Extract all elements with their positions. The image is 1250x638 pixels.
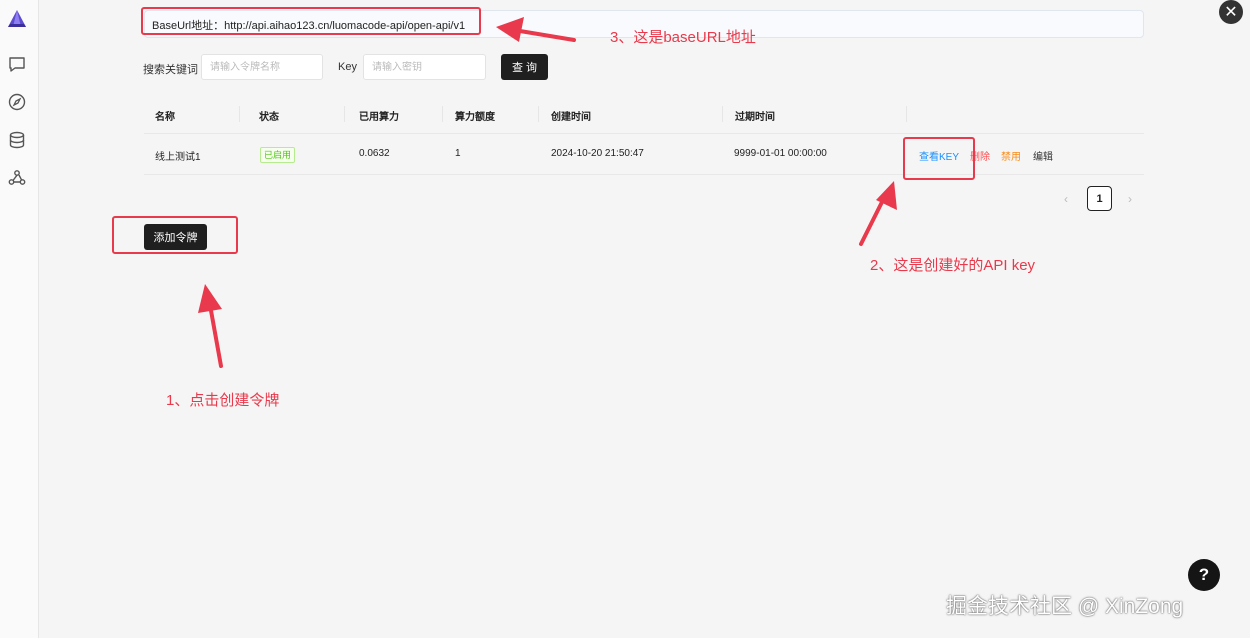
column-header-used: 已用算力 — [359, 112, 399, 123]
chat-icon[interactable] — [7, 54, 27, 74]
column-header-created: 创建时间 — [551, 112, 591, 123]
next-page-button[interactable]: › — [1128, 192, 1132, 206]
column-header-status: 状态 — [259, 112, 279, 123]
highlight-baseurl — [141, 7, 481, 35]
app-logo-icon[interactable] — [7, 9, 27, 29]
column-divider — [906, 106, 907, 122]
compass-icon[interactable] — [7, 92, 27, 112]
key-label: Key — [338, 61, 357, 73]
arrow-shaft — [208, 303, 223, 368]
watermark: 掘金技术社区 @ XinZong — [946, 595, 1184, 618]
highlight-view-key — [903, 137, 975, 180]
arrow-shaft — [859, 196, 886, 246]
status-badge: 已启用 — [260, 147, 296, 163]
cell-expires: 9999-01-01 00:00:00 — [734, 148, 827, 159]
arrow-head — [876, 181, 897, 210]
help-icon[interactable]: ? — [1188, 559, 1220, 591]
annotation-baseurl: 3、这是baseURL地址 — [610, 29, 756, 46]
query-button[interactable]: 查 询 — [501, 54, 548, 80]
column-divider — [344, 106, 345, 122]
cell-quota: 1 — [455, 148, 461, 159]
key-input[interactable] — [363, 54, 486, 80]
arrow-head — [198, 284, 222, 313]
edit-link[interactable]: 编辑 — [1033, 148, 1053, 163]
column-divider — [538, 106, 539, 122]
cell-created: 2024-10-20 21:50:47 — [551, 148, 644, 159]
close-icon[interactable]: ✕ — [1219, 0, 1243, 24]
keyword-input[interactable] — [201, 54, 323, 80]
column-header-expires: 过期时间 — [735, 112, 775, 123]
table-header: 名称 状态 已用算力 算力额度 创建时间 过期时间 — [144, 95, 1144, 134]
webhook-icon[interactable] — [7, 168, 27, 188]
column-divider — [442, 106, 443, 122]
column-header-name: 名称 — [155, 112, 175, 123]
table-row: 线上测试1 已启用 0.0632 1 2024-10-20 21:50:47 9… — [144, 134, 1144, 175]
page-1-button[interactable]: 1 — [1087, 186, 1112, 211]
column-divider — [239, 106, 240, 122]
sidebar — [0, 0, 39, 638]
annotation-create-token: 1、点击创建令牌 — [166, 392, 280, 409]
cell-used: 0.0632 — [359, 148, 390, 159]
annotation-api-key: 2、这是创建好的API key — [870, 257, 1036, 274]
keyword-label: 搜索关键词 — [143, 64, 198, 76]
highlight-add-token — [112, 216, 238, 254]
column-divider — [722, 106, 723, 122]
column-header-quota: 算力额度 — [455, 112, 495, 123]
cell-name: 线上测试1 — [155, 152, 201, 163]
disable-link[interactable]: 禁用 — [1001, 148, 1021, 163]
database-icon[interactable] — [7, 130, 27, 150]
prev-page-button[interactable]: ‹ — [1064, 192, 1068, 206]
